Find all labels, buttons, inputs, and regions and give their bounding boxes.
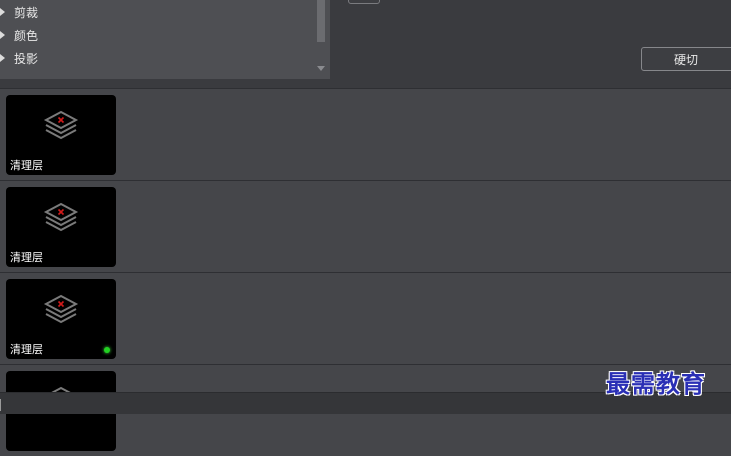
layer-thumbnail[interactable]: 清理层 xyxy=(6,95,116,175)
tree-item-shadow[interactable]: 投影 xyxy=(0,48,38,68)
tree-item-label: 剪裁 xyxy=(14,5,39,20)
expand-arrow-icon[interactable] xyxy=(0,31,5,39)
tree-item-label: 投影 xyxy=(14,51,39,66)
hard-cut-button[interactable]: 硬切 xyxy=(641,47,731,71)
clear-layer-icon xyxy=(43,202,79,232)
layer-thumbnail[interactable]: 清理层 xyxy=(6,279,116,359)
effects-tree-panel: 剪裁 颜色 投影 … xyxy=(0,0,330,79)
layer-label: 清理层 xyxy=(10,343,43,356)
tree-scrollbar[interactable] xyxy=(316,0,326,79)
layer-row[interactable]: 清理层 xyxy=(0,272,731,364)
expand-arrow-icon[interactable] xyxy=(0,8,5,16)
tree-item-partial: … xyxy=(13,74,25,79)
scrollbar-thumb[interactable] xyxy=(317,0,325,42)
layer-thumbnail[interactable]: 清理层 xyxy=(6,187,116,267)
layer-label: 清理层 xyxy=(10,251,43,264)
scroll-down-arrow-icon[interactable] xyxy=(317,66,325,71)
tree-item-crop[interactable]: 剪裁 xyxy=(0,2,38,22)
tree-item-label: 颜色 xyxy=(14,28,39,43)
properties-area: 剪裁 颜色 投影 … 硬切 xyxy=(0,0,731,88)
layer-row[interactable]: 清理层 xyxy=(0,88,731,180)
resize-handle[interactable] xyxy=(0,399,4,411)
layer-label: 清理层 xyxy=(10,159,43,172)
active-indicator-dot xyxy=(104,347,110,353)
expand-arrow-icon[interactable] xyxy=(0,54,5,62)
clear-layer-icon xyxy=(43,110,79,140)
partial-button[interactable] xyxy=(348,0,380,4)
watermark: 最需教育 xyxy=(606,369,706,398)
tree-item-color[interactable]: 颜色 xyxy=(0,25,38,45)
layer-row[interactable]: 清理层 xyxy=(0,180,731,272)
clear-layer-icon xyxy=(43,294,79,324)
